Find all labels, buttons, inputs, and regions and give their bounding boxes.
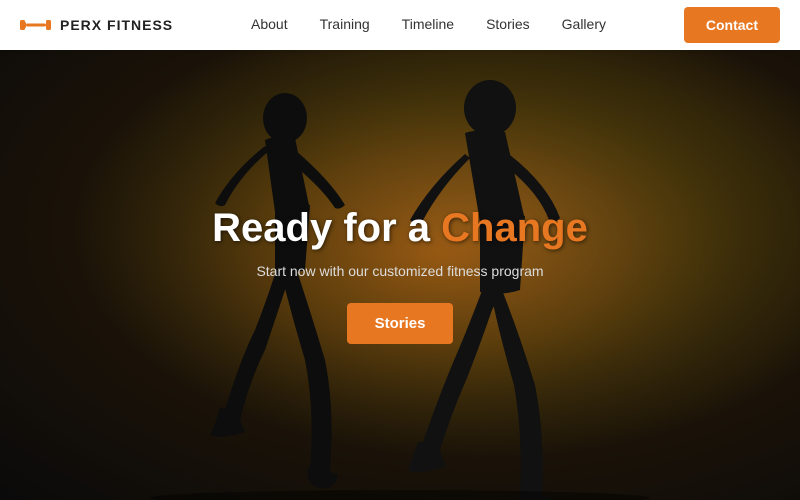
nav-link-training[interactable]: Training <box>320 16 370 32</box>
nav-links: About Training Timeline Stories Gallery <box>251 16 606 34</box>
navbar: PERX FITNESS About Training Timeline Sto… <box>0 0 800 50</box>
stories-button[interactable]: Stories <box>347 303 454 344</box>
nav-item-training[interactable]: Training <box>320 16 370 34</box>
contact-button[interactable]: Contact <box>684 7 780 43</box>
nav-link-timeline[interactable]: Timeline <box>402 16 454 32</box>
nav-item-stories[interactable]: Stories <box>486 16 530 34</box>
hero-content: Ready for a Change Start now with our cu… <box>212 206 588 344</box>
brand-name: PERX FITNESS <box>60 17 173 33</box>
hero-title: Ready for a Change <box>212 206 588 251</box>
hero-title-part1: Ready for a <box>212 206 441 250</box>
hero-subtitle: Start now with our customized fitness pr… <box>212 263 588 279</box>
dumbbell-icon <box>20 14 52 36</box>
nav-link-gallery[interactable]: Gallery <box>562 16 606 32</box>
nav-link-about[interactable]: About <box>251 16 288 32</box>
hero-section: Ready for a Change Start now with our cu… <box>0 50 800 500</box>
nav-item-about[interactable]: About <box>251 16 288 34</box>
logo-area: PERX FITNESS <box>20 14 173 36</box>
nav-item-gallery[interactable]: Gallery <box>562 16 606 34</box>
nav-link-stories[interactable]: Stories <box>486 16 530 32</box>
hero-title-highlight: Change <box>441 206 588 250</box>
nav-item-timeline[interactable]: Timeline <box>402 16 454 34</box>
